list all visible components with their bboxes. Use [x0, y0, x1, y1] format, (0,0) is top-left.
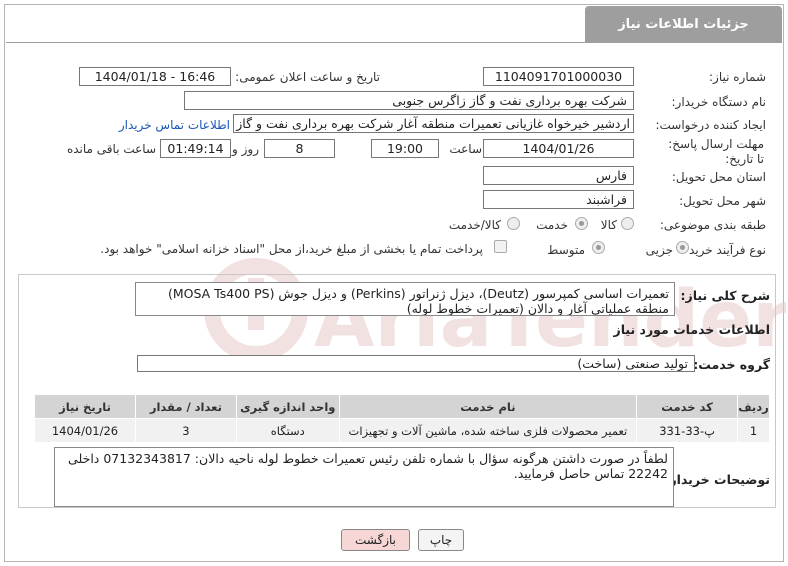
category-radio-service[interactable]	[575, 217, 588, 230]
buyer-notes-textarea: لطفاً در صورت داشتن هرگونه سؤال با شماره…	[54, 447, 674, 507]
province-field: فارس	[483, 166, 634, 185]
treasury-payment-note: پرداخت تمام یا بخشی از مبلغ خرید،از محل …	[100, 242, 483, 256]
category-option-goods-service: کالا/خدمت	[448, 218, 501, 232]
print-button[interactable]: چاپ	[418, 529, 464, 551]
deadline-date-field: 1404/01/26	[483, 139, 634, 158]
service-group-field: تولید صنعتی (ساخت)	[137, 355, 695, 372]
contact-info-link[interactable]: اطلاعات تماس خریدار	[119, 118, 230, 132]
treasury-payment-checkbox[interactable]	[494, 240, 507, 253]
deadline-label: مهلت ارسال پاسخ: تا تاریخ:	[668, 137, 764, 166]
need-number-field: 1104091701000030	[483, 67, 634, 86]
announce-label: تاریخ و ساعت اعلان عمومی:	[235, 70, 380, 84]
header-divider	[6, 42, 782, 43]
city-label: شهر محل تحویل:	[679, 194, 766, 208]
buyer-org-field: شرکت بهره برداری نفت و گاز زاگرس جنوبی	[184, 91, 634, 110]
service-group-label: گروه خدمت:	[693, 357, 770, 372]
services-title: اطلاعات خدمات مورد نیاز	[613, 322, 771, 337]
col-code-header: کد خدمت	[636, 394, 739, 419]
table-row: 1 پ-33-331 تعمیر محصولات فلزی ساخته شده،…	[34, 418, 770, 443]
remaining-time-field: 01:49:14	[160, 139, 231, 158]
category-option-goods: کالا	[600, 218, 617, 232]
cell-code: پ-33-331	[636, 418, 739, 443]
process-option-minor: جزیی	[645, 243, 673, 257]
announce-field: 1404/01/18 - 16:46	[79, 67, 231, 86]
deadline-time-label: ساعت	[449, 142, 482, 156]
cell-date: 1404/01/26	[34, 418, 136, 443]
category-option-service: خدمت	[536, 218, 568, 232]
days-field: 8	[264, 139, 335, 158]
page-title: جزئیات اطلاعات نیاز	[585, 6, 782, 42]
description-label: شرح کلی نیاز:	[680, 288, 770, 303]
days-label: روز و	[232, 142, 259, 156]
category-label: طبقه بندی موضوعی:	[659, 218, 766, 232]
col-unit-header: واحد اندازه گیری	[235, 394, 340, 419]
table-header-row: ردیف کد خدمت نام خدمت واحد اندازه گیری ت…	[34, 394, 770, 419]
services-table: ردیف کد خدمت نام خدمت واحد اندازه گیری ت…	[34, 394, 770, 443]
description-textarea: تعمیرات اساسی کمپرسور (Deutz)، دیزل ژنرا…	[135, 282, 675, 316]
col-row-header: ردیف	[737, 394, 770, 419]
category-radio-goods-service[interactable]	[507, 217, 520, 230]
cell-row: 1	[737, 418, 770, 443]
need-number-label: شماره نیاز:	[709, 70, 766, 84]
city-field: فراشبند	[483, 190, 634, 209]
col-date-header: تاریخ نیاز	[34, 394, 136, 419]
creator-label: ایجاد کننده درخواست:	[655, 118, 766, 132]
category-radio-goods[interactable]	[621, 217, 634, 230]
cell-name: تعمیر محصولات فلزی ساخته شده، ماشین آلات…	[338, 418, 638, 443]
back-button[interactable]: بازگشت	[341, 529, 410, 551]
process-label: نوع فرآیند خرید :	[681, 243, 766, 257]
process-radio-minor[interactable]	[676, 241, 689, 254]
process-radio-medium[interactable]	[592, 241, 605, 254]
process-option-medium: متوسط	[547, 243, 585, 257]
deadline-time-field: 19:00	[371, 139, 439, 158]
buyer-org-label: نام دستگاه خریدار:	[671, 95, 767, 109]
buyer-notes-label: توضیحات خریدار:	[664, 472, 770, 487]
remaining-label: ساعت باقی مانده	[66, 142, 156, 156]
cell-unit: دستگاه	[235, 418, 340, 443]
creator-field: اردشیر خیرخواه غازیانی تعمیرات منطقه آغا…	[233, 114, 634, 133]
col-qty-header: تعداد / مقدار	[134, 394, 237, 419]
province-label: استان محل تحویل:	[671, 170, 766, 184]
cell-qty: 3	[134, 418, 237, 443]
col-name-header: نام خدمت	[338, 394, 638, 419]
